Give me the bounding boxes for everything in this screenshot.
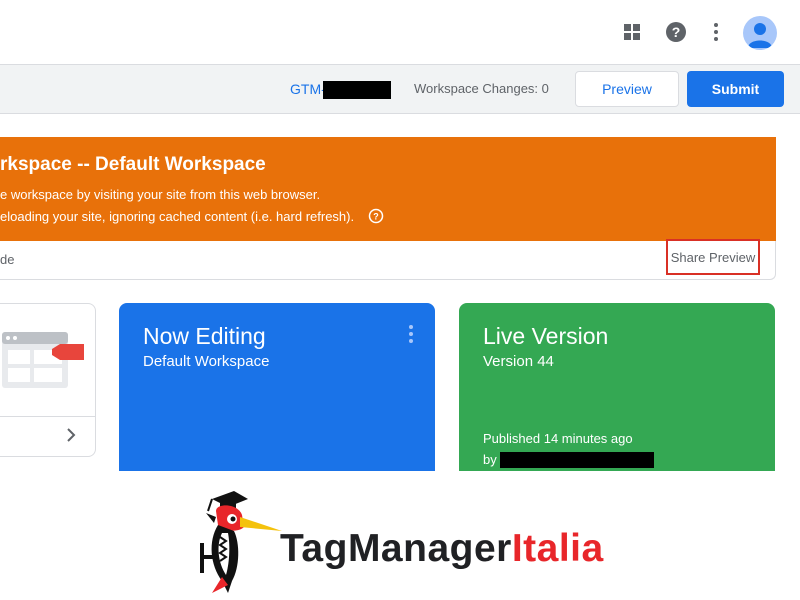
more-vert-icon[interactable] (404, 324, 418, 344)
now-editing-workspace: Default Workspace (143, 353, 270, 370)
help-icon[interactable]: ? (664, 20, 688, 44)
brand-name: TagManagerItalia (280, 527, 604, 571)
browser-illustration-icon (2, 332, 84, 388)
card-divider (0, 416, 95, 417)
brand-name-accent: Italia (511, 527, 604, 570)
redacted-publisher (500, 452, 654, 468)
banner-instruction-1: e workspace by visiting your site from t… (0, 187, 321, 202)
submit-button[interactable]: Submit (687, 71, 784, 107)
more-vert-icon[interactable] (704, 20, 728, 44)
woodpecker-logo-icon (200, 491, 282, 593)
published-by-label: by (483, 452, 497, 467)
workspace-card[interactable] (0, 303, 96, 457)
container-id-link[interactable]: GTM- (290, 81, 326, 97)
now-editing-card[interactable]: Now Editing Default Workspace (119, 303, 435, 471)
banner-instruction-2: eloading your site, ignoring cached cont… (0, 209, 355, 224)
svg-text:?: ? (672, 24, 681, 40)
redacted-container-id (323, 81, 391, 99)
preview-mode-banner: rkspace -- Default Workspace e workspace… (0, 137, 776, 241)
workspace-toolbar: GTM- Workspace Changes: 0 Preview Submit (0, 65, 800, 114)
live-version-title: Live Version (483, 323, 609, 349)
share-preview-link[interactable]: Share Preview (666, 239, 760, 275)
banner-title: rkspace -- Default Workspace (0, 154, 266, 175)
live-version-number: Version 44 (483, 353, 554, 370)
banner-footer: de Share Preview (0, 239, 776, 280)
svg-text:?: ? (373, 212, 379, 222)
chevron-right-icon[interactable] (64, 428, 78, 442)
person-icon (748, 23, 772, 48)
preview-button[interactable]: Preview (575, 71, 679, 107)
live-version-card[interactable]: Live Version Version 44 Published 14 min… (459, 303, 775, 471)
help-outline-icon[interactable]: ? (368, 208, 384, 224)
brand-name-main: TagManager (280, 527, 512, 570)
workspace-changes-count: Workspace Changes: 0 (414, 81, 549, 96)
account-avatar[interactable] (743, 16, 777, 50)
apps-icon[interactable] (620, 20, 644, 44)
banner-footer-text[interactable]: de (0, 252, 14, 267)
published-time: Published 14 minutes ago (483, 431, 633, 446)
top-app-bar: ? (0, 0, 800, 65)
now-editing-title: Now Editing (143, 323, 266, 349)
brand-watermark: TagManagerItalia (0, 471, 800, 600)
